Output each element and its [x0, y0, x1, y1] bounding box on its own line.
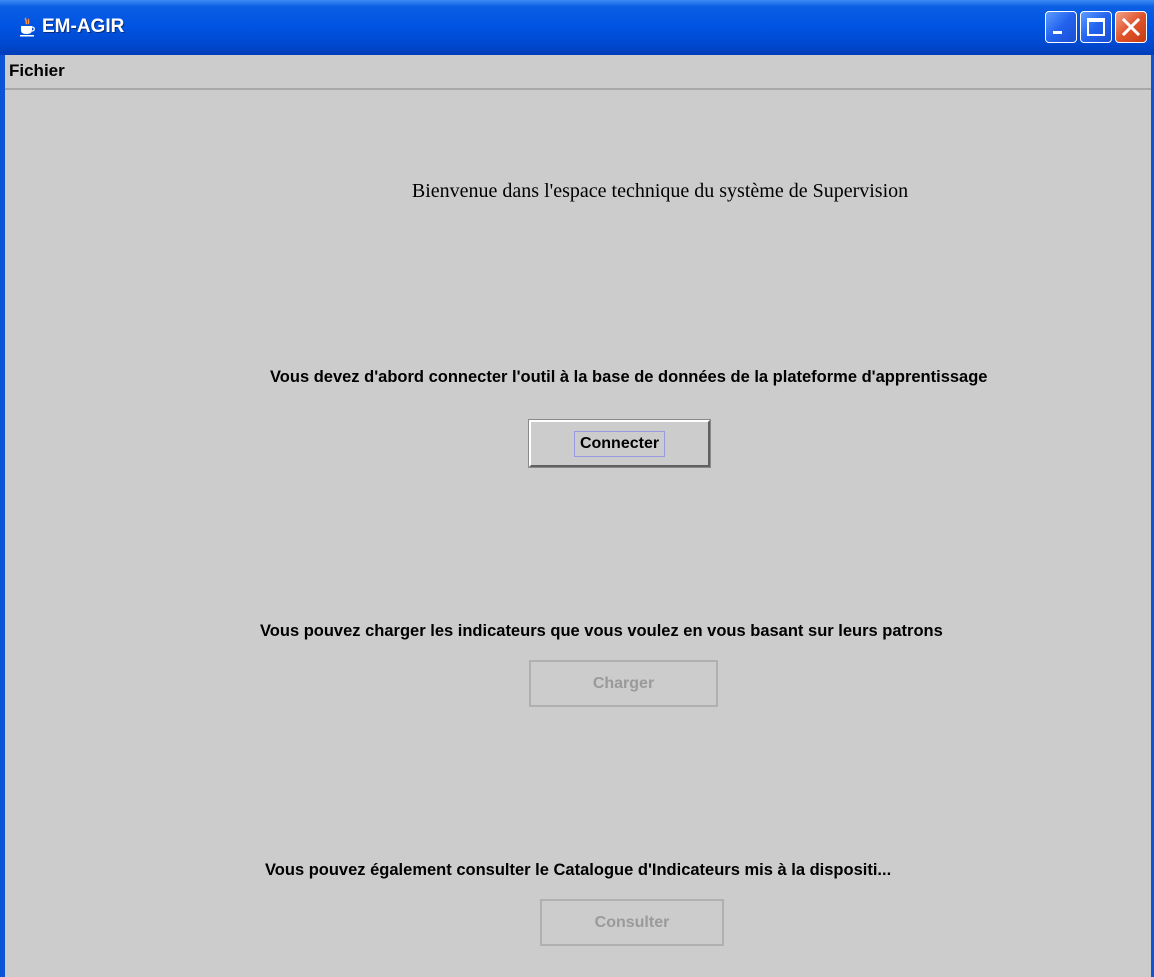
- load-message: Vous pouvez charger les indicateurs que …: [260, 622, 943, 640]
- load-button-label: Charger: [592, 674, 655, 692]
- java-cup-icon: [18, 17, 36, 37]
- connect-message: Vous devez d'abord connecter l'outil à l…: [270, 368, 988, 386]
- maximize-icon: [1087, 18, 1105, 36]
- window-left-border: [0, 55, 5, 977]
- close-button[interactable]: [1115, 11, 1147, 43]
- view-message: Vous pouvez également consulter le Catal…: [265, 861, 892, 879]
- welcome-heading: Bienvenue dans l'espace technique du sys…: [411, 180, 909, 202]
- minimize-icon: [1053, 31, 1062, 34]
- connect-button[interactable]: Connecter: [528, 419, 711, 468]
- menu-fichier[interactable]: Fichier: [9, 61, 65, 81]
- view-button-label: Consulter: [594, 913, 670, 931]
- minimize-button[interactable]: [1045, 11, 1077, 43]
- close-icon: [1121, 17, 1141, 37]
- maximize-button[interactable]: [1080, 11, 1112, 43]
- app-window: EM-AGIR Fichier Bienvenue dans l'espace …: [0, 0, 1154, 977]
- load-button[interactable]: Charger: [529, 660, 718, 707]
- menu-bar: Fichier: [0, 55, 1154, 90]
- view-button[interactable]: Consulter: [540, 899, 724, 946]
- connect-button-label: Connecter: [573, 430, 666, 457]
- window-title: EM-AGIR: [42, 16, 125, 37]
- title-bar[interactable]: EM-AGIR: [0, 0, 1154, 55]
